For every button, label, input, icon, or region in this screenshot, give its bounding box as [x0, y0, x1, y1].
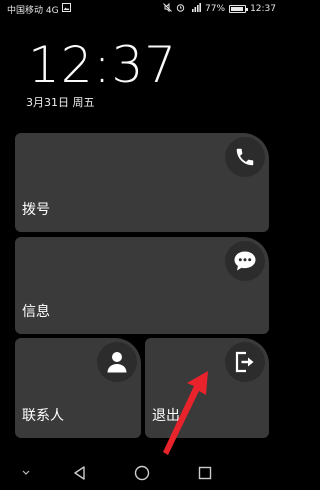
contacts-tile[interactable]: 联系人: [15, 338, 141, 438]
phone-icon: [225, 137, 265, 177]
messages-label: 信息: [22, 304, 50, 320]
status-time: 12:37: [250, 4, 276, 14]
status-bar: 中国移动 4G 77% 12:37: [0, 0, 282, 18]
dial-label: 拨号: [22, 202, 50, 218]
exit-tile[interactable]: 退出: [145, 338, 269, 438]
battery-percent: 77%: [205, 4, 226, 14]
contacts-label: 联系人: [22, 408, 64, 424]
chevron-down-icon[interactable]: [15, 462, 37, 484]
alarm-icon: [176, 3, 185, 15]
recents-icon[interactable]: [194, 462, 216, 484]
chat-bubble-icon: [225, 241, 265, 281]
person-icon: [97, 342, 137, 382]
dial-tile[interactable]: 拨号: [15, 133, 269, 232]
exit-label: 退出: [152, 408, 180, 424]
status-left: 中国移动 4G: [7, 3, 71, 16]
back-icon[interactable]: [69, 462, 91, 484]
carrier-label: 中国移动 4G: [7, 5, 59, 16]
messages-tile[interactable]: 信息: [15, 237, 269, 334]
date-label: 3月31日 周五: [26, 96, 95, 109]
clock: 12:37: [28, 36, 178, 94]
battery-icon: [229, 5, 249, 13]
status-right: 77% 12:37: [163, 2, 276, 15]
image-icon: [61, 3, 71, 15]
navigation-bar: [0, 456, 282, 490]
signal-icon: [189, 3, 202, 15]
mute-icon: [163, 2, 172, 15]
exit-icon: [225, 342, 265, 382]
home-icon[interactable]: [131, 462, 153, 484]
